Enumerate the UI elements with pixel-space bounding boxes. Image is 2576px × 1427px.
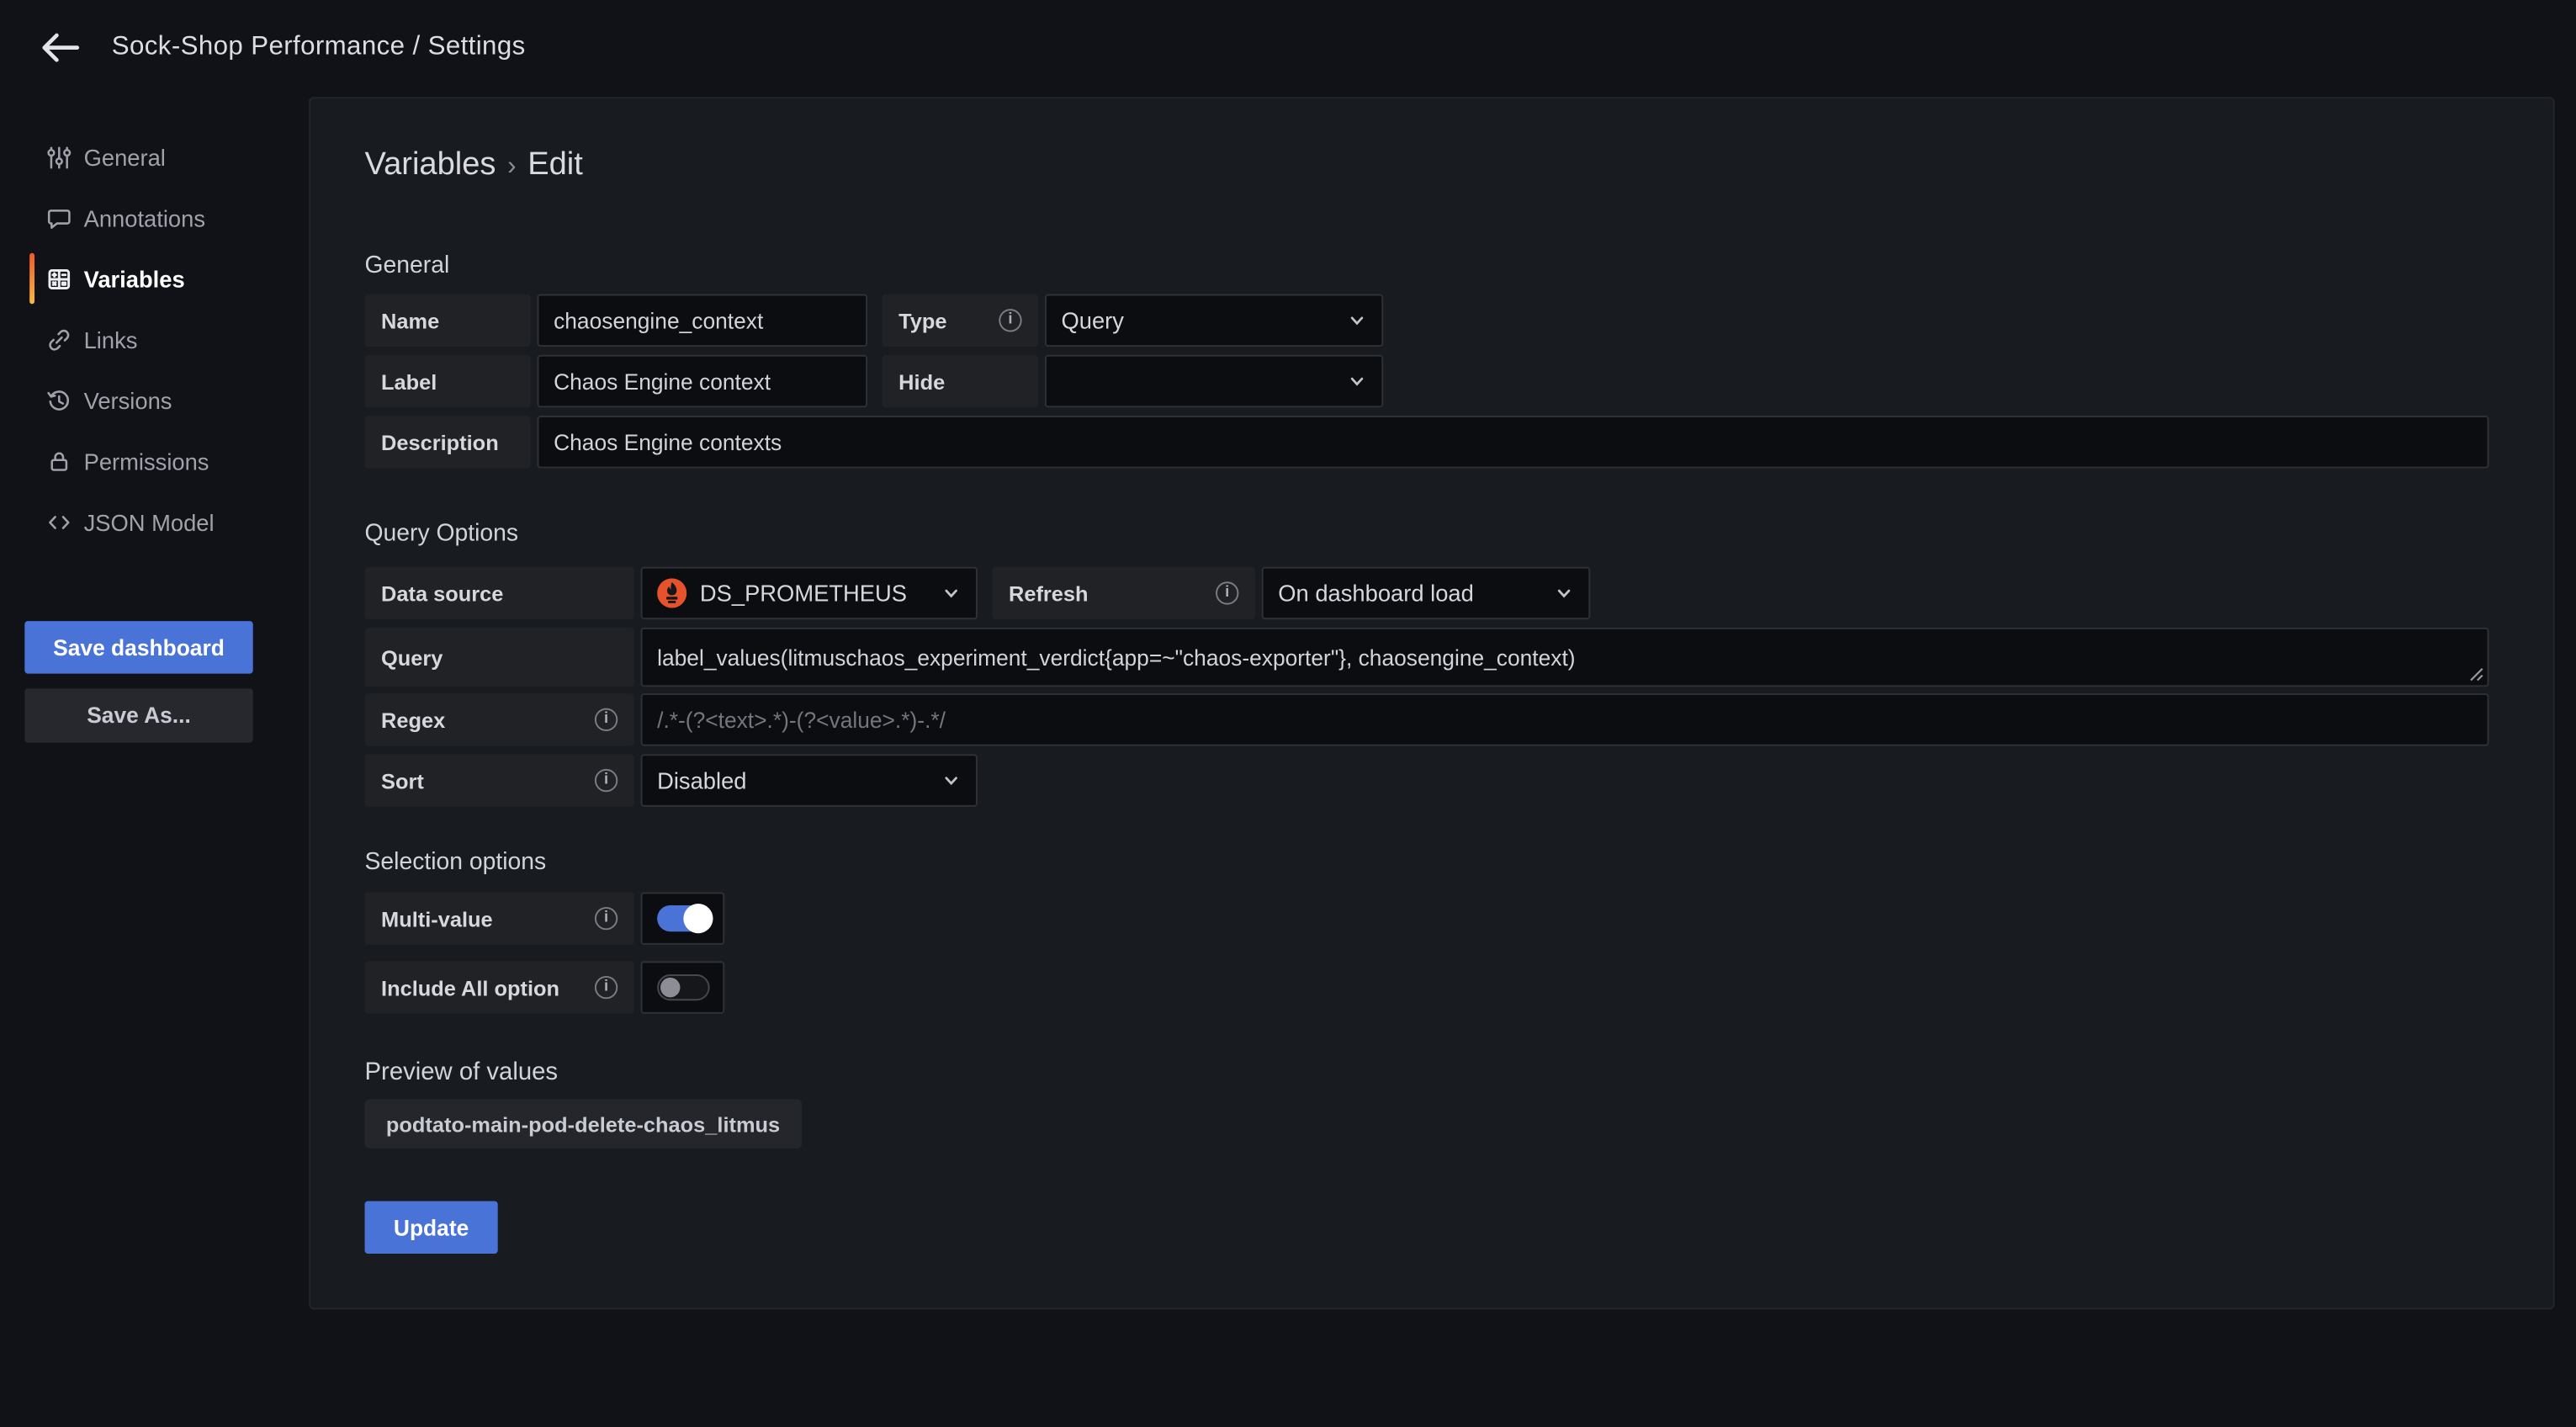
preview-value-chip: podtato-main-pod-delete-chaos_litmus [365, 1099, 802, 1148]
query-input[interactable] [641, 628, 2489, 687]
info-icon[interactable] [999, 309, 1021, 332]
sidebar-item-label: Versions [84, 387, 172, 413]
name-input[interactable] [538, 294, 868, 347]
data-source-label: Data source [365, 567, 634, 619]
multi-value-row: Multi-value [365, 892, 2489, 944]
settings-sidebar: General Annotations [0, 95, 309, 1426]
sidebar-item-annotations[interactable]: Annotations [0, 188, 309, 248]
info-icon[interactable] [595, 769, 617, 792]
datasource-refresh-row: Data source DS_PROMETHEUS Refresh [365, 567, 2489, 619]
refresh-label: Refresh [992, 567, 1254, 619]
label-label: Label [365, 355, 531, 407]
info-icon[interactable] [1216, 581, 1238, 604]
breadcrumb-section[interactable]: Variables [365, 146, 496, 183]
update-button[interactable]: Update [365, 1201, 498, 1253]
regex-label: Regex [365, 693, 634, 745]
preview-section-title: Preview of values [365, 1058, 2489, 1086]
grafana-settings-page: Sock-Shop Performance / Settings General… [0, 0, 2576, 1426]
label-input[interactable] [538, 355, 868, 407]
sidebar-item-permissions[interactable]: Permissions [0, 431, 309, 491]
label-hide-row: Label Hide [365, 355, 2489, 407]
chevron-down-icon [941, 771, 961, 790]
variables-edit-panel: Variables›Edit General Name Type Query L… [309, 97, 2554, 1309]
refresh-select[interactable]: On dashboard load [1262, 567, 1591, 619]
selection-options-section-title: Selection options [365, 850, 2489, 878]
sidebar-item-label: JSON Model [84, 508, 215, 534]
hide-label: Hide [883, 355, 1039, 407]
history-icon [46, 387, 72, 413]
regex-row: Regex [365, 693, 2489, 745]
comment-icon [46, 204, 72, 231]
chevron-down-icon [1554, 583, 1573, 602]
sort-row: Sort Disabled [365, 754, 2489, 806]
sliders-icon [46, 144, 72, 170]
info-icon[interactable] [595, 976, 617, 999]
include-all-row: Include All option [365, 961, 2489, 1013]
back-button[interactable] [34, 23, 84, 72]
query-options-section-title: Query Options [365, 521, 2489, 549]
regex-input[interactable] [641, 693, 2489, 745]
breadcrumb-separator: › [496, 153, 527, 181]
sidebar-item-json-model[interactable]: JSON Model [0, 491, 309, 552]
info-icon[interactable] [595, 907, 617, 930]
code-icon [46, 508, 72, 534]
include-all-toggle[interactable] [641, 961, 725, 1013]
top-nav: Sock-Shop Performance / Settings [0, 0, 2576, 95]
link-icon [46, 326, 72, 353]
save-as-button[interactable]: Save As... [24, 688, 252, 742]
include-all-label: Include All option [365, 961, 634, 1013]
breadcrumb: Variables›Edit [365, 143, 2489, 186]
query-row: Query [365, 628, 2489, 687]
name-type-row: Name Type Query [365, 294, 2489, 347]
save-dashboard-button[interactable]: Save dashboard [24, 621, 252, 673]
general-section-title: General [365, 253, 2489, 281]
sidebar-item-label: Variables [84, 265, 185, 291]
breadcrumb-page: Edit [527, 146, 583, 183]
info-icon[interactable] [595, 708, 617, 731]
page-title: Sock-Shop Performance / Settings [112, 33, 526, 62]
arrow-left-icon [38, 29, 81, 66]
data-source-select[interactable]: DS_PROMETHEUS [641, 567, 978, 619]
type-label: Type [883, 294, 1039, 347]
chevron-down-icon [941, 583, 961, 602]
hide-select[interactable] [1045, 355, 1383, 407]
description-input[interactable] [538, 416, 2489, 468]
calculator-icon [46, 265, 72, 291]
chevron-down-icon [1347, 371, 1366, 390]
sidebar-item-versions[interactable]: Versions [0, 369, 309, 430]
type-select[interactable]: Query [1045, 294, 1383, 347]
multi-value-label: Multi-value [365, 892, 634, 944]
sidebar-item-general[interactable]: General [0, 126, 309, 187]
sidebar-item-variables[interactable]: Variables [0, 248, 309, 309]
prometheus-icon [657, 578, 686, 607]
sidebar-item-links[interactable]: Links [0, 309, 309, 369]
description-row: Description [365, 416, 2489, 468]
query-label: Query [365, 628, 634, 687]
name-label: Name [365, 294, 531, 347]
sidebar-item-label: Annotations [84, 204, 205, 231]
sort-select[interactable]: Disabled [641, 754, 978, 806]
sidebar-item-label: Links [84, 326, 138, 353]
multi-value-toggle[interactable] [641, 892, 725, 944]
chevron-down-icon [1347, 310, 1366, 330]
lock-icon [46, 448, 72, 474]
sort-label: Sort [365, 754, 634, 806]
description-label: Description [365, 416, 531, 468]
sidebar-item-label: General [84, 144, 166, 170]
sidebar-item-label: Permissions [84, 448, 209, 474]
